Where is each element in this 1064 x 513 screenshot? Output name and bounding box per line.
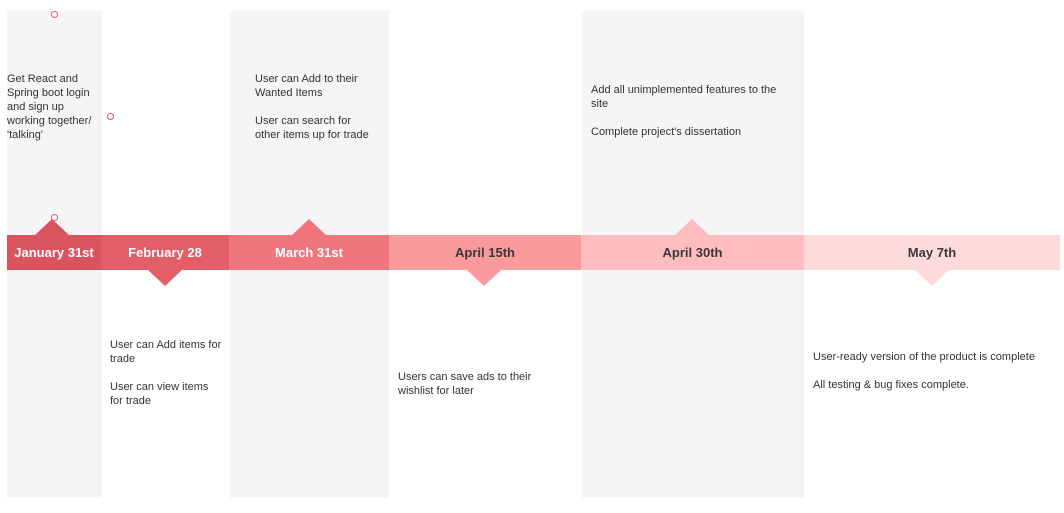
note-text: User-ready version of the product is com… [813,351,1035,363]
milestone-label: April 30th [662,245,723,260]
note-text: User can Add to their Wanted Items [255,73,358,99]
pointer-down-may [915,270,949,286]
milestone-bar-may: May 7th [804,235,1060,270]
timeline-diagram: January 31st February 28 March 31st Apri… [0,0,1064,513]
marker-dot [107,113,114,120]
milestone-note-mar: User can Add to their Wanted Items User … [255,72,375,142]
milestone-note-may: User-ready version of the product is com… [813,350,1058,392]
milestone-note-feb: User can Add items for trade User can vi… [110,338,222,408]
milestone-label: April 15th [455,245,515,260]
pointer-down-feb [148,270,182,286]
milestone-label: March 31st [275,245,343,260]
note-text: Users can save ads to their wishlist for… [398,371,532,397]
pointer-up-apr30 [675,219,709,235]
milestone-label: February 28 [128,245,202,260]
note-text: All testing & bug fixes complete. [813,379,969,391]
note-text: User can view items for trade [110,381,209,407]
milestone-bar-jan: January 31st [7,235,101,270]
marker-dot [51,11,58,18]
milestone-note-apr30: Add all unimplemented features to the si… [591,83,796,139]
milestone-note-jan: Get React and Spring boot login and sign… [7,72,102,142]
note-text: User can Add items for trade [110,339,222,365]
milestone-bar-apr15: April 15th [389,235,581,270]
pointer-down-apr15 [467,270,501,286]
pointer-up-mar [292,219,326,235]
milestone-note-apr15: Users can save ads to their wishlist for… [398,370,558,398]
pointer-up-jan [35,219,69,235]
milestone-bar-apr30: April 30th [581,235,804,270]
milestone-bar-feb: February 28 [101,235,229,270]
milestone-bar-mar: March 31st [229,235,389,270]
note-text: Complete project's dissertation [591,126,742,138]
milestone-label: May 7th [907,245,957,260]
milestone-label: January 31st [14,245,94,260]
note-text: Get React and Spring boot login and sign… [7,73,92,141]
note-text: Add all unimplemented features to the si… [591,84,777,110]
note-text: User can search for other items up for t… [255,115,369,141]
